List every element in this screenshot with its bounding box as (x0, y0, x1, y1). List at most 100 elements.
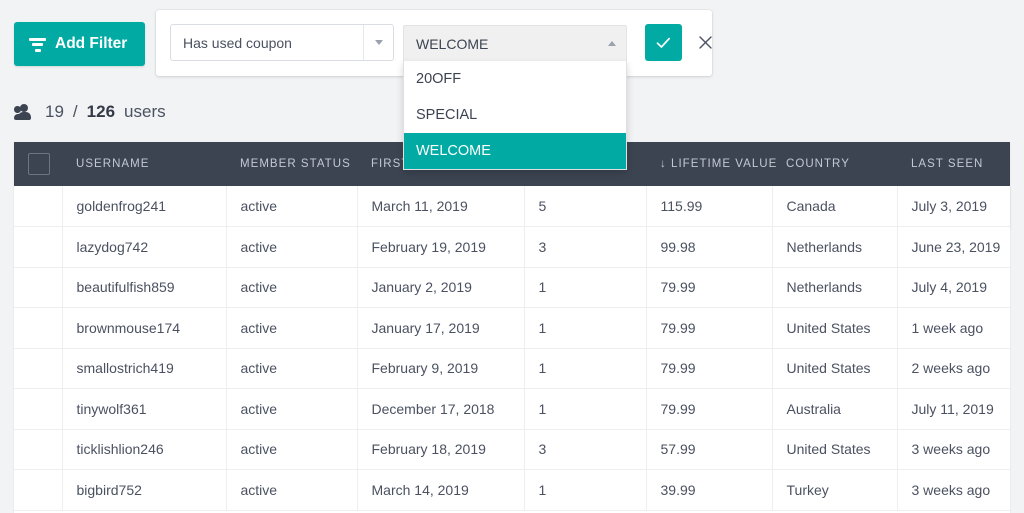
row-avatar-cell (14, 186, 63, 227)
close-icon (698, 36, 712, 49)
row-lifetime-value: 79.99 (646, 307, 773, 349)
table-row[interactable]: beautifulfish859 active January 2, 2019 1 79… (14, 267, 1010, 308)
row-first-transaction: January 17, 2019 (357, 307, 525, 349)
row-username: tinywolf361 (62, 388, 227, 430)
row-transactions: 5 (524, 186, 647, 227)
row-first-transaction: February 19, 2019 (357, 226, 525, 268)
confirm-filter-button[interactable] (645, 24, 682, 61)
row-transactions: 1 (524, 388, 647, 430)
row-country: Australia (772, 388, 898, 430)
column-header-country[interactable]: COUNTRY (772, 142, 897, 186)
row-username: bigbird752 (62, 469, 227, 511)
row-first-transaction: February 18, 2019 (357, 429, 525, 470)
row-first-transaction: March 11, 2019 (357, 186, 525, 227)
column-header-last-seen[interactable]: LAST SEEN (897, 142, 1010, 186)
people-icon (14, 104, 36, 120)
row-lifetime-value: 79.99 (646, 348, 773, 389)
row-first-transaction: March 14, 2019 (357, 469, 525, 511)
row-country: United States (772, 429, 898, 470)
users-table: USERNAME MEMBER STATUS FIRST T ↓ LIFETIM… (14, 142, 1010, 513)
row-avatar-cell (14, 429, 63, 470)
row-member-status: active (226, 186, 358, 227)
filter-field-value: Has used coupon (183, 34, 292, 51)
column-header-lifetime-value[interactable]: ↓ LIFETIME VALUE (646, 142, 776, 186)
row-username: smallostrich419 (62, 348, 227, 389)
row-avatar-cell (14, 307, 63, 349)
table-row[interactable]: brownmouse174 active January 17, 2019 1 79.9… (14, 307, 1010, 349)
select-all-checkbox[interactable] (28, 153, 50, 175)
row-username: goldenfrog241 (62, 186, 227, 227)
filter-value-text: WELCOME (416, 35, 489, 52)
column-header-username[interactable]: USERNAME (62, 142, 226, 186)
row-member-status: active (226, 267, 358, 308)
row-country: United States (772, 307, 898, 349)
row-username: lazydog742 (62, 226, 227, 268)
chevron-down-icon[interactable] (363, 25, 393, 60)
table-row[interactable]: tinywolf361 active December 17, 2018 1 79.99… (14, 388, 1010, 430)
row-first-transaction: January 2, 2019 (357, 267, 525, 308)
row-member-status: active (226, 469, 358, 511)
table-row[interactable]: smallostrich419 active February 9, 2019 1 79… (14, 348, 1010, 389)
user-count-unit: users (124, 102, 166, 121)
check-icon (656, 37, 671, 48)
row-last-seen: July 11, 2019 (897, 388, 1010, 430)
row-member-status: active (226, 307, 358, 349)
row-transactions: 3 (524, 226, 647, 268)
row-member-status: active (226, 348, 358, 389)
row-last-seen: 1 week ago (897, 307, 1010, 349)
row-transactions: 1 (524, 348, 647, 389)
row-member-status: active (226, 388, 358, 430)
row-country: Turkey (772, 469, 898, 511)
filter-value-select[interactable]: WELCOME (403, 25, 627, 62)
row-last-seen: July 4, 2019 (897, 267, 1010, 308)
dropdown-option-special[interactable]: SPECIAL (404, 97, 626, 133)
row-lifetime-value: 99.98 (646, 226, 773, 268)
filter-bar: Add Filter Has used coupon WELCOME 20OFF… (0, 0, 1024, 170)
row-username: ticklishlion246 (62, 429, 227, 470)
dropdown-option-welcome[interactable]: WELCOME (404, 133, 626, 169)
add-filter-label: Add Filter (55, 35, 128, 52)
row-lifetime-value: 39.99 (646, 469, 773, 511)
row-transactions: 1 (524, 307, 647, 349)
row-country: Canada (772, 186, 898, 227)
add-filter-button[interactable]: Add Filter (14, 22, 146, 66)
chevron-up-icon[interactable] (598, 41, 626, 46)
row-avatar-cell (14, 469, 63, 511)
row-last-seen: 3 weeks ago (897, 429, 1010, 470)
row-avatar-cell (14, 348, 63, 389)
table-row[interactable]: goldenfrog241 active March 11, 2019 5 115.99… (14, 186, 1010, 227)
filter-value-dropdown[interactable]: 20OFF SPECIAL WELCOME (403, 61, 627, 170)
cancel-filter-button[interactable] (688, 24, 722, 61)
row-lifetime-value: 115.99 (646, 186, 773, 227)
row-last-seen: 3 weeks ago (897, 469, 1010, 511)
table-row[interactable]: lazydog742 active February 19, 2019 3 99.98 N… (14, 226, 1010, 268)
user-count-shown: 19 (45, 102, 64, 121)
row-country: Netherlands (772, 267, 898, 308)
row-transactions: 1 (524, 469, 647, 511)
row-last-seen: July 3, 2019 (897, 186, 1010, 227)
row-lifetime-value: 79.99 (646, 388, 773, 430)
row-member-status: active (226, 429, 358, 470)
user-count-total: 126 (86, 102, 116, 121)
user-count-separator: / (72, 102, 78, 121)
row-lifetime-value: 57.99 (646, 429, 773, 470)
row-country: Netherlands (772, 226, 898, 268)
dropdown-option-20off[interactable]: 20OFF (404, 61, 626, 97)
row-country: United States (772, 348, 898, 389)
row-transactions: 1 (524, 267, 647, 308)
user-count: 19 / 126 users (14, 95, 166, 129)
table-body: goldenfrog241 active March 11, 2019 5 115.99… (14, 186, 1010, 511)
filter-field-select[interactable]: Has used coupon (170, 24, 394, 61)
row-avatar-cell (14, 267, 63, 308)
select-all-cell[interactable] (14, 142, 62, 186)
row-last-seen: 2 weeks ago (897, 348, 1010, 389)
row-lifetime-value: 79.99 (646, 267, 773, 308)
table-row[interactable]: bigbird752 active March 14, 2019 1 39.99 Turk… (14, 469, 1010, 511)
table-row[interactable]: ticklishlion246 active February 18, 2019 3 5… (14, 429, 1010, 470)
row-member-status: active (226, 226, 358, 268)
filter-icon (29, 37, 46, 52)
row-transactions: 3 (524, 429, 647, 470)
row-last-seen: June 23, 2019 (897, 226, 1010, 268)
column-header-member-status[interactable]: MEMBER STATUS (226, 142, 357, 186)
row-avatar-cell (14, 226, 63, 268)
